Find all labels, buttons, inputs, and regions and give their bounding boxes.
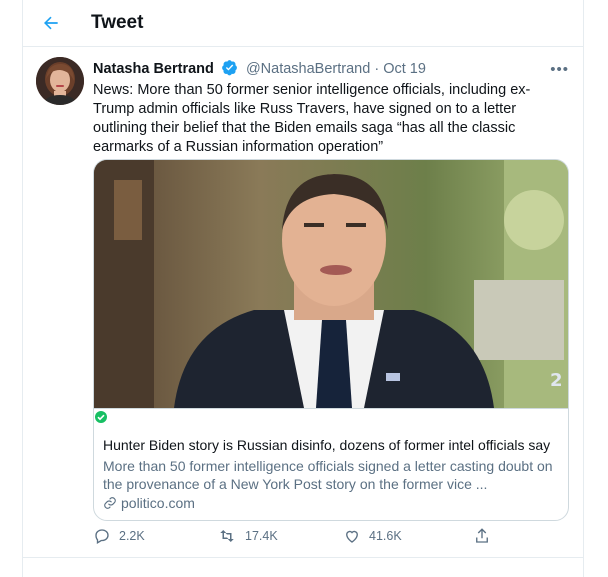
back-arrow-icon (44, 16, 58, 30)
author-name[interactable]: Natasha Bertrand (93, 61, 214, 77)
card-domain-text: politico.com (121, 495, 195, 511)
heart-icon (346, 530, 358, 543)
check-circle-icon (95, 410, 107, 428)
tweet-page: Tweet Natasha Bertrand @NatashaBertrand … (22, 0, 584, 577)
card-domain: politico.com (103, 495, 195, 511)
card-description: More than 50 former intelligence officia… (103, 458, 553, 492)
card-image: 2 (94, 160, 568, 408)
retweet-button[interactable]: 17.4K (217, 527, 278, 545)
more-options-icon[interactable]: ••• (550, 61, 569, 78)
page-title: Tweet (91, 12, 144, 33)
reply-button[interactable]: 2.2K (93, 527, 145, 545)
reply-count: 2.2K (119, 529, 145, 543)
card-title: Hunter Biden story is Russian disinfo, d… (103, 437, 551, 453)
back-button[interactable] (37, 9, 65, 37)
share-icon (476, 528, 488, 543)
tweet-actions: 2.2K 17.4K 41.6K (93, 527, 513, 551)
card-body: Hunter Biden story is Russian disinfo, d… (94, 408, 568, 520)
svg-text:2: 2 (550, 370, 563, 391)
link-icon (104, 497, 116, 509)
divider (23, 557, 583, 558)
like-button[interactable]: 41.6K (343, 527, 402, 545)
tweet-header: Natasha Bertrand @NatashaBertrand · Oct … (93, 59, 573, 79)
avatar[interactable] (36, 57, 84, 105)
verified-badge-icon (221, 59, 238, 80)
page-header: Tweet (23, 0, 583, 47)
retweet-icon (220, 530, 234, 542)
separator-dot: · (374, 61, 380, 77)
retweet-count: 17.4K (245, 529, 278, 543)
reply-icon (95, 529, 109, 544)
author-handle[interactable]: @NatashaBertrand (246, 61, 370, 77)
tweet-text: News: More than 50 former senior intelli… (93, 82, 531, 155)
link-card[interactable]: 2 Hunter Biden story is Russian disinfo,… (93, 159, 569, 521)
share-button[interactable] (473, 527, 491, 545)
tweet-date[interactable]: Oct 19 (383, 61, 426, 77)
like-count: 41.6K (369, 529, 402, 543)
